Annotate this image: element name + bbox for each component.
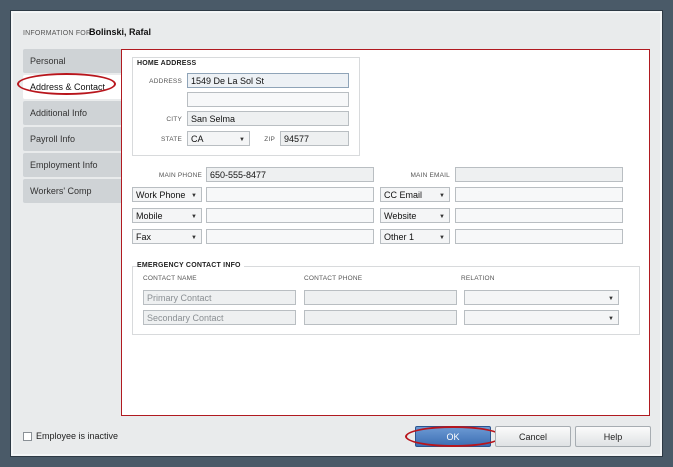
- tab-personal[interactable]: Personal: [23, 49, 121, 73]
- help-button[interactable]: Help: [575, 426, 651, 447]
- other-1-field[interactable]: [455, 229, 623, 244]
- email-type-select[interactable]: CC Email ▼: [380, 187, 450, 202]
- emergency-title: EMERGENCY CONTACT INFO: [137, 262, 244, 269]
- chevron-down-icon: ▼: [439, 235, 445, 241]
- inactive-label: Employee is inactive: [36, 431, 119, 441]
- contact-name-header: CONTACT NAME: [143, 275, 197, 282]
- chevron-down-icon: ▼: [191, 235, 197, 241]
- chevron-down-icon: ▼: [191, 193, 197, 199]
- cancel-button[interactable]: Cancel: [495, 426, 571, 447]
- state-select[interactable]: CA ▼: [187, 131, 250, 146]
- email-type-value: CC Email: [384, 190, 423, 200]
- chevron-down-icon: ▼: [608, 296, 614, 302]
- main-phone-label: MAIN PHONE: [158, 172, 202, 179]
- inactive-checkbox[interactable]: [23, 431, 32, 441]
- chevron-down-icon: ▼: [191, 214, 197, 220]
- employee-name: Bolinski, Rafal: [89, 27, 152, 37]
- tab-payroll-info[interactable]: Payroll Info: [23, 127, 121, 151]
- ok-button[interactable]: OK: [415, 426, 491, 447]
- other-type-value: Other 1: [384, 232, 415, 242]
- primary-relation-select[interactable]: ▼: [464, 290, 619, 305]
- primary-contact-name-field[interactable]: Primary Contact: [143, 290, 296, 305]
- primary-contact-phone-field[interactable]: [304, 290, 457, 305]
- state-label: STATE: [161, 136, 182, 143]
- address-line1-field[interactable]: 1549 De La Sol St: [187, 73, 349, 88]
- main-phone-field[interactable]: 650-555-8477: [206, 167, 374, 182]
- employee-inactive-toggle[interactable]: Employee is inactive: [23, 431, 118, 441]
- zip-field[interactable]: 94577: [280, 131, 349, 146]
- state-value: CA: [191, 134, 204, 144]
- chevron-down-icon: ▼: [439, 193, 445, 199]
- tab-label: Workers' Comp: [30, 186, 92, 196]
- employee-window: INFORMATION FOR Bolinski, Rafal Personal…: [11, 11, 662, 456]
- phone-type-select[interactable]: Work Phone ▼: [132, 187, 202, 202]
- work-phone-field[interactable]: [206, 187, 374, 202]
- web-type-value: Website: [384, 211, 417, 221]
- fax-field[interactable]: [206, 229, 374, 244]
- info-for-label: INFORMATION FOR: [23, 30, 92, 37]
- relation-header: RELATION: [461, 275, 495, 282]
- zip-label: ZIP: [264, 136, 275, 143]
- secondary-contact-phone-field[interactable]: [304, 310, 457, 325]
- secondary-relation-select[interactable]: ▼: [464, 310, 619, 325]
- tab-label: Personal: [30, 56, 66, 66]
- phone-type-value: Fax: [136, 232, 152, 242]
- tab-label: Payroll Info: [30, 134, 76, 144]
- phone-type-select[interactable]: Mobile ▼: [132, 208, 202, 223]
- address-line2-field[interactable]: [187, 92, 349, 107]
- chevron-down-icon: ▼: [239, 137, 245, 143]
- tab-label: Employment Info: [30, 160, 98, 170]
- phone-type-value: Mobile: [136, 211, 163, 221]
- home-address-title: HOME ADDRESS: [137, 60, 197, 67]
- city-field[interactable]: San Selma: [187, 111, 349, 126]
- emergency-contact-section: EMERGENCY CONTACT INFO CONTACT NAME CONT…: [132, 262, 640, 335]
- address-label: ADDRESS: [149, 78, 182, 85]
- chevron-down-icon: ▼: [439, 214, 445, 220]
- website-field[interactable]: [455, 208, 623, 223]
- phone-type-value: Work Phone: [136, 190, 186, 200]
- address-contact-panel: HOME ADDRESS ADDRESS 1549 De La Sol St C…: [121, 49, 650, 416]
- tab-additional-info[interactable]: Additional Info: [23, 101, 121, 125]
- secondary-contact-name-field[interactable]: Secondary Contact: [143, 310, 296, 325]
- other-type-select[interactable]: Other 1 ▼: [380, 229, 450, 244]
- main-email-label: MAIN EMAIL: [410, 172, 450, 179]
- chevron-down-icon: ▼: [608, 316, 614, 322]
- mobile-field[interactable]: [206, 208, 374, 223]
- home-address-section: HOME ADDRESS ADDRESS 1549 De La Sol St C…: [132, 57, 360, 156]
- contact-phone-header: CONTACT PHONE: [304, 275, 363, 282]
- tab-label: Additional Info: [30, 108, 88, 118]
- tab-list: Personal Address & Contact Additional In…: [17, 49, 121, 205]
- tab-workers-comp[interactable]: Workers' Comp: [23, 179, 121, 203]
- city-label: CITY: [166, 116, 182, 123]
- tab-address-contact[interactable]: Address & Contact: [23, 75, 121, 99]
- tab-label: Address & Contact: [30, 82, 106, 92]
- cc-email-field[interactable]: [455, 187, 623, 202]
- tab-employment-info[interactable]: Employment Info: [23, 153, 121, 177]
- web-type-select[interactable]: Website ▼: [380, 208, 450, 223]
- phone-type-select[interactable]: Fax ▼: [132, 229, 202, 244]
- main-email-field[interactable]: [455, 167, 623, 182]
